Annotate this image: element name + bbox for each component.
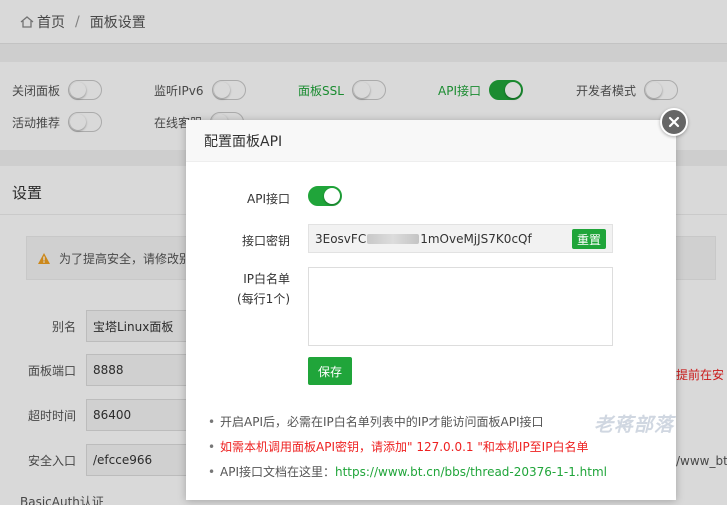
key-label: 接口密钥 [241, 234, 290, 248]
dialog-title: 配置面板API [204, 133, 283, 150]
tip-item-doc: API接口文档在这里：https://www.bt.cn/bbs/thread-… [208, 460, 607, 485]
api-toggle[interactable] [308, 186, 342, 206]
doc-prefix: API接口文档在这里： [220, 465, 335, 479]
close-dialog-button[interactable] [660, 108, 688, 136]
reset-key-button[interactable]: 重置 [571, 229, 606, 249]
close-icon [668, 116, 680, 128]
dialog-header: 配置面板API [186, 120, 676, 162]
save-button[interactable]: 保存 [308, 357, 352, 385]
tips-list: 开启API后，必需在IP白名单列表中的IP才能访问面板API接口 如需本机调用面… [208, 410, 607, 485]
ip-whitelist-textarea[interactable] [308, 267, 613, 346]
api-key-start: 3EosvFC [315, 231, 367, 246]
ip-whitelist-hint: (每行1个) [237, 292, 290, 306]
tip-item-warning: 如需本机调用面板API密钥，请添加" 127.0.0.1 "和本机IP至IP白名… [208, 435, 607, 460]
api-label: API接口 [247, 192, 290, 206]
api-config-dialog: 配置面板API API接口 接口密钥 3EosvFC 1mOveMjJS7K0c… [186, 120, 676, 500]
doc-link[interactable]: https://www.bt.cn/bbs/thread-20376-1-1.h… [335, 465, 607, 479]
api-key-field[interactable]: 3EosvFC 1mOveMjJS7K0cQf 重置 [308, 224, 613, 253]
api-key-redacted [367, 233, 420, 244]
watermark: 老蒋部落 [594, 414, 675, 436]
tip-item: 开启API后，必需在IP白名单列表中的IP才能访问面板API接口 [208, 410, 607, 435]
ip-whitelist-label: IP白名单 [243, 272, 290, 286]
api-key-end: 1mOveMjJS7K0cQf [420, 231, 532, 246]
